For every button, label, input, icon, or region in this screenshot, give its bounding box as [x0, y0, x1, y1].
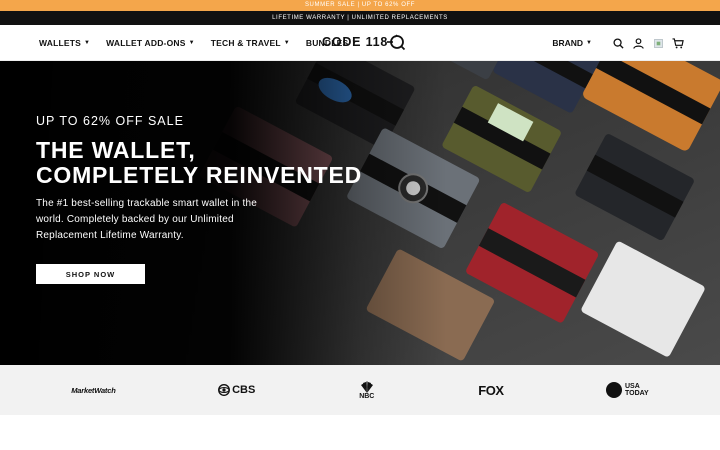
nbc-text: NBC	[359, 392, 375, 400]
marketwatch-logo: MarketWatch	[71, 385, 116, 395]
hero-title-line-1: THE WALLET,	[36, 137, 196, 163]
usa-today-line-1: USA	[624, 383, 640, 390]
nav-menu: WALLETS ▼ WALLET ADD-ONS ▼ TECH & TRAVEL ▼ …	[0, 38, 358, 48]
press-logos: MarketWatch CBS NBC FOX USA TODAY	[0, 365, 720, 415]
search-icon	[612, 37, 624, 49]
chevron-down-icon: ▼	[283, 39, 290, 46]
nbc-logo: NBC	[358, 381, 376, 400]
usa-today-logo: USA TODAY	[605, 382, 649, 398]
nav-item-label: TECH & TRAVEL	[210, 37, 281, 48]
main-nav: WALLETS ▼ WALLET ADD-ONS ▼ TECH & TRAVEL ▼ …	[0, 25, 720, 61]
cart-button[interactable]	[672, 37, 684, 49]
usa-today-circle-icon	[605, 382, 622, 398]
hero-banner: UP TO 62% OFF SALE THE WALLET, COMPLETEL…	[0, 61, 720, 365]
site-logo[interactable]: CODE 118	[322, 32, 406, 52]
nav-item-tech-travel[interactable]: TECH & TRAVEL ▼	[211, 38, 290, 48]
usa-today-line-2: TODAY	[624, 390, 649, 397]
chevron-down-icon: ▼	[586, 40, 592, 46]
account-button[interactable]	[632, 37, 644, 49]
search-button[interactable]	[612, 37, 624, 49]
fox-logo: FOX	[478, 382, 504, 398]
warranty-text: LIFETIME WARRANTY | UNLIMITED REPLACEMEN…	[272, 15, 448, 21]
brand-label: BRAND	[552, 38, 584, 48]
hero-title: THE WALLET, COMPLETELY REINVENTED	[36, 138, 362, 188]
promo-text[interactable]: SUMMER SALE | UP TO 62% OFF	[305, 2, 415, 8]
brand-dropdown[interactable]: BRAND ▼	[552, 38, 592, 48]
nbc-peacock-icon	[360, 381, 373, 393]
cbs-eye-icon	[218, 384, 231, 396]
chevron-down-icon: ▼	[84, 39, 91, 46]
hero-copy: UP TO 62% OFF SALE THE WALLET, COMPLETEL…	[36, 114, 362, 244]
hero-kicker: UP TO 62% OFF SALE	[36, 114, 184, 128]
nav-item-label: WALLET ADD-ONS	[106, 37, 186, 48]
cart-icon	[672, 37, 684, 48]
hero-subtitle: The #1 best-selling trackable smart wall…	[36, 198, 258, 241]
flag-icon	[653, 38, 663, 48]
country-selector[interactable]	[652, 37, 664, 49]
nav-actions: BRAND ▼	[552, 25, 684, 61]
shop-now-button[interactable]: SHOP NOW	[36, 264, 145, 284]
chevron-down-icon: ▼	[188, 39, 195, 46]
nav-item-label: WALLETS	[39, 37, 82, 48]
cbs-text: CBS	[232, 384, 256, 396]
promo-bar[interactable]: SUMMER SALE | UP TO 62% OFF	[0, 0, 720, 11]
usa-today-text: USA TODAY	[625, 383, 649, 397]
cbs-logo: CBS	[218, 384, 255, 396]
account-icon	[632, 37, 644, 49]
hero-title-line-2: COMPLETELY REINVENTED	[36, 162, 363, 188]
warranty-bar: LIFETIME WARRANTY | UNLIMITED REPLACEMEN…	[0, 11, 720, 25]
nav-item-wallets[interactable]: WALLETS ▼	[39, 38, 90, 48]
logo-mark-icon	[387, 34, 406, 51]
nav-item-wallet-add-ons[interactable]: WALLET ADD-ONS ▼	[106, 38, 195, 48]
logo-text: CODE 118	[322, 35, 389, 49]
